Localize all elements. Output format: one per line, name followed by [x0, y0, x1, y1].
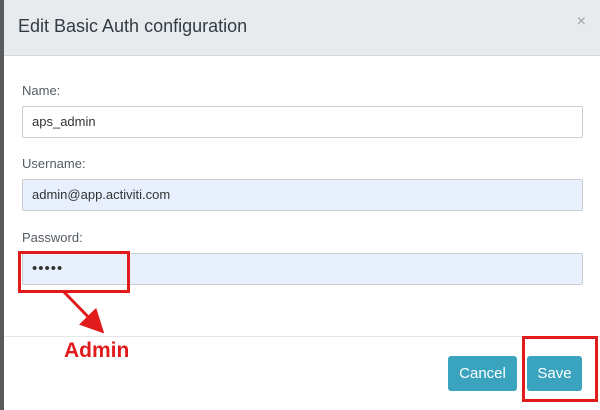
annotation-label: Admin: [64, 339, 130, 362]
